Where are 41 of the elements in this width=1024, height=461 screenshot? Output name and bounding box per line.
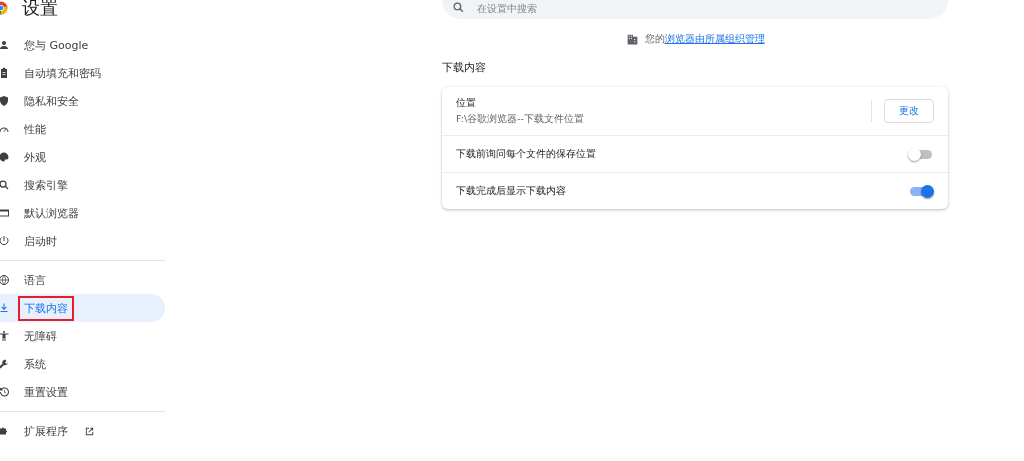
- highlight-box: 下载内容: [18, 295, 74, 321]
- power-icon: [0, 235, 10, 247]
- setting-label: 下载前询问每个文件的保存位置: [456, 147, 597, 161]
- section-title: 下载内容: [442, 60, 486, 75]
- person-icon: [0, 39, 10, 51]
- sidebar-item[interactable]: 自动填充和密码: [0, 59, 165, 87]
- history-icon: [0, 386, 10, 398]
- building-icon: [625, 32, 639, 46]
- toggle-switch[interactable]: [910, 149, 932, 159]
- sidebar-item[interactable]: 外观: [0, 143, 165, 171]
- sidebar-item[interactable]: 搜索引擎: [0, 171, 165, 199]
- sidebar-item[interactable]: 扩展程序: [0, 411, 165, 445]
- browser-window-icon: [0, 207, 10, 219]
- sidebar-item[interactable]: 重置设置: [0, 378, 165, 406]
- sidebar-item[interactable]: 隐私和安全: [0, 87, 165, 115]
- page-title: 设置: [22, 0, 58, 20]
- puzzle-icon: [0, 425, 10, 437]
- search-icon: [452, 1, 465, 14]
- accessibility-icon: [0, 330, 10, 342]
- wrench-icon: [0, 358, 10, 370]
- search-input[interactable]: 在设置中搜索: [477, 3, 777, 14]
- download-icon: [0, 302, 10, 314]
- search-icon: [0, 179, 10, 191]
- external-link-icon: [84, 425, 95, 437]
- setting-label: 下载完成后显示下载内容: [456, 184, 567, 198]
- change-button[interactable]: 更改: [884, 99, 934, 123]
- toggle-switch[interactable]: [910, 186, 932, 196]
- sidebar-item[interactable]: 性能: [0, 115, 165, 143]
- sidebar-item[interactable]: 启动时: [0, 227, 165, 255]
- sidebar-item[interactable]: 系统: [0, 350, 165, 378]
- sidebar-item[interactable]: 默认浏览器: [0, 199, 165, 227]
- sidebar-item[interactable]: 下载内容: [0, 294, 165, 322]
- setting-label: 位置: [456, 96, 477, 110]
- managed-link[interactable]: 浏览器由所属组织管理: [664, 33, 765, 44]
- setting-value: F:\谷歌浏览器--下载文件位置: [456, 113, 585, 126]
- clipboard-icon: [0, 67, 10, 79]
- sidebar-item[interactable]: 您与 Google: [0, 31, 165, 59]
- managed-notice: 您的浏览器由所属组织管理: [644, 32, 765, 46]
- sidebar-item[interactable]: 无障碍: [0, 322, 165, 350]
- globe-icon: [0, 274, 10, 286]
- shield-icon: [0, 95, 10, 107]
